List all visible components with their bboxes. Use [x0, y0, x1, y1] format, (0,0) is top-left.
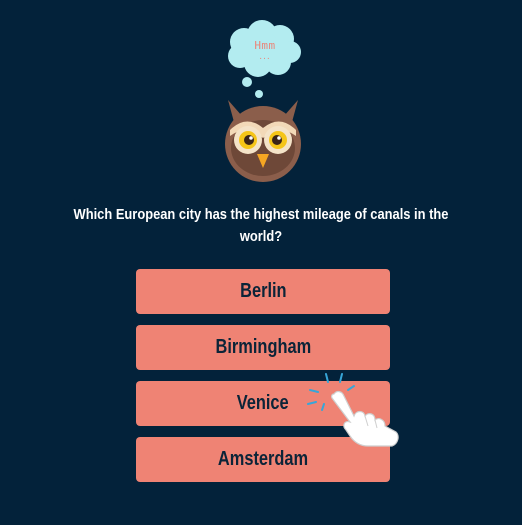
answer-button-birmingham[interactable]: Birmingham	[136, 325, 390, 370]
answer-label: Amsterdam	[217, 448, 309, 470]
answer-label: Berlin	[239, 280, 287, 302]
question-text: Which European city has the highest mile…	[73, 206, 449, 245]
answer-label: Venice	[237, 392, 289, 414]
thought-bubble-icon: Hmm ...	[222, 18, 308, 102]
thought-bubble-dots: ...	[259, 52, 271, 62]
answer-label: Birmingham	[215, 336, 311, 358]
thought-bubble-text: Hmm	[254, 39, 276, 52]
tapping-hand-icon	[304, 372, 404, 448]
answer-button-berlin[interactable]: Berlin	[136, 269, 390, 314]
owl-icon	[220, 96, 306, 182]
